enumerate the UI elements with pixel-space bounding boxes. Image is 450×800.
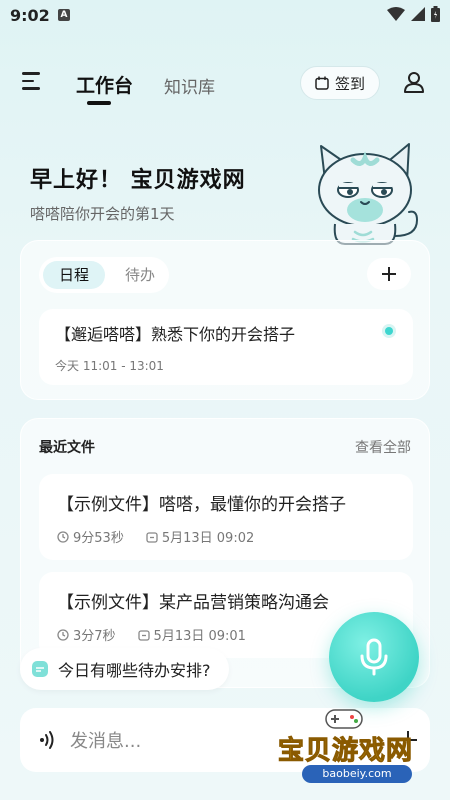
- file-item[interactable]: 【示例文件】嗒嗒，最懂你的开会搭子 9分53秒 5月13日 09:02: [39, 474, 413, 560]
- wifi-icon: [387, 7, 405, 21]
- file-duration: 9分53秒: [73, 531, 124, 546]
- greeting-subtitle: 嗒嗒陪你开会的第1天: [30, 205, 175, 223]
- watermark-url: baobeiy.com: [302, 765, 412, 783]
- event-title: 【邂逅嗒嗒】熟悉下你的开会搭子: [55, 325, 296, 344]
- battery-icon: [431, 6, 440, 22]
- file-date: 5月13日 09:02: [161, 531, 255, 546]
- view-all-link[interactable]: 查看全部: [355, 437, 411, 457]
- calendar-icon: [315, 76, 329, 90]
- add-schedule-button[interactable]: [367, 258, 411, 290]
- top-nav: 工作台 知识库 签到: [0, 60, 450, 110]
- microphone-icon: [360, 638, 388, 676]
- cat-mascot-illustration: [318, 143, 419, 245]
- checkin-label: 签到: [334, 74, 365, 93]
- schedule-event-item[interactable]: 【邂逅嗒嗒】熟悉下你的开会搭子 今天 11:01 - 13:01: [39, 309, 413, 385]
- suggestion-text: 今日有哪些待办安排?: [58, 661, 211, 680]
- message-input[interactable]: 发消息...: [70, 727, 141, 753]
- file-meta: 3分7秒 5月13日 09:01: [57, 625, 246, 644]
- status-icons: [387, 6, 440, 22]
- voice-wave-icon[interactable]: [36, 728, 60, 752]
- event-time: 今天 11:01 - 13:01: [55, 359, 164, 373]
- status-bar: 9:02 A: [0, 0, 450, 32]
- tab-workbench[interactable]: 工作台: [76, 71, 133, 98]
- segment-todo[interactable]: 待办: [117, 261, 163, 289]
- clock-icon: [57, 530, 69, 543]
- greeting-title: 早上好！ 宝贝游戏网: [30, 168, 246, 193]
- plus-icon: [382, 267, 396, 281]
- checkin-button[interactable]: 签到: [300, 66, 380, 100]
- file-duration: 3分7秒: [73, 629, 116, 644]
- notification-icon: A: [58, 9, 70, 21]
- event-status-dot: [385, 327, 393, 335]
- signal-icon: [411, 7, 425, 21]
- calendar-icon: [146, 531, 158, 543]
- watermark-brand: 宝贝游戏网: [277, 736, 414, 767]
- user-profile-icon[interactable]: [402, 70, 426, 94]
- clock-icon: [57, 628, 69, 641]
- tab-knowledge-base[interactable]: 知识库: [164, 73, 215, 98]
- file-date: 5月13日 09:01: [153, 629, 246, 644]
- microphone-button[interactable]: [329, 612, 419, 702]
- menu-icon[interactable]: [22, 72, 44, 92]
- schedule-card: 日程 待办 【邂逅嗒嗒】熟悉下你的开会搭子 今天 11:01 - 13:01: [20, 240, 430, 400]
- file-meta: 9分53秒 5月13日 09:02: [57, 527, 254, 546]
- file-title: 【示例文件】嗒嗒，最懂你的开会搭子: [57, 495, 346, 515]
- recent-files-title: 最近文件: [39, 440, 95, 456]
- file-title: 【示例文件】某产品营销策略沟通会: [57, 593, 329, 613]
- chat-bubble-icon: [32, 661, 48, 677]
- gamepad-icon: [325, 709, 363, 729]
- watermark-logo: 宝贝游戏网 baobeiy.com: [270, 700, 450, 800]
- status-time: 9:02: [10, 6, 50, 25]
- suggestion-chip[interactable]: 今日有哪些待办安排?: [20, 648, 229, 690]
- calendar-icon: [137, 629, 150, 641]
- schedule-segment-control: 日程 待办: [39, 257, 169, 293]
- segment-schedule[interactable]: 日程: [43, 261, 105, 289]
- active-tab-indicator: [87, 101, 111, 105]
